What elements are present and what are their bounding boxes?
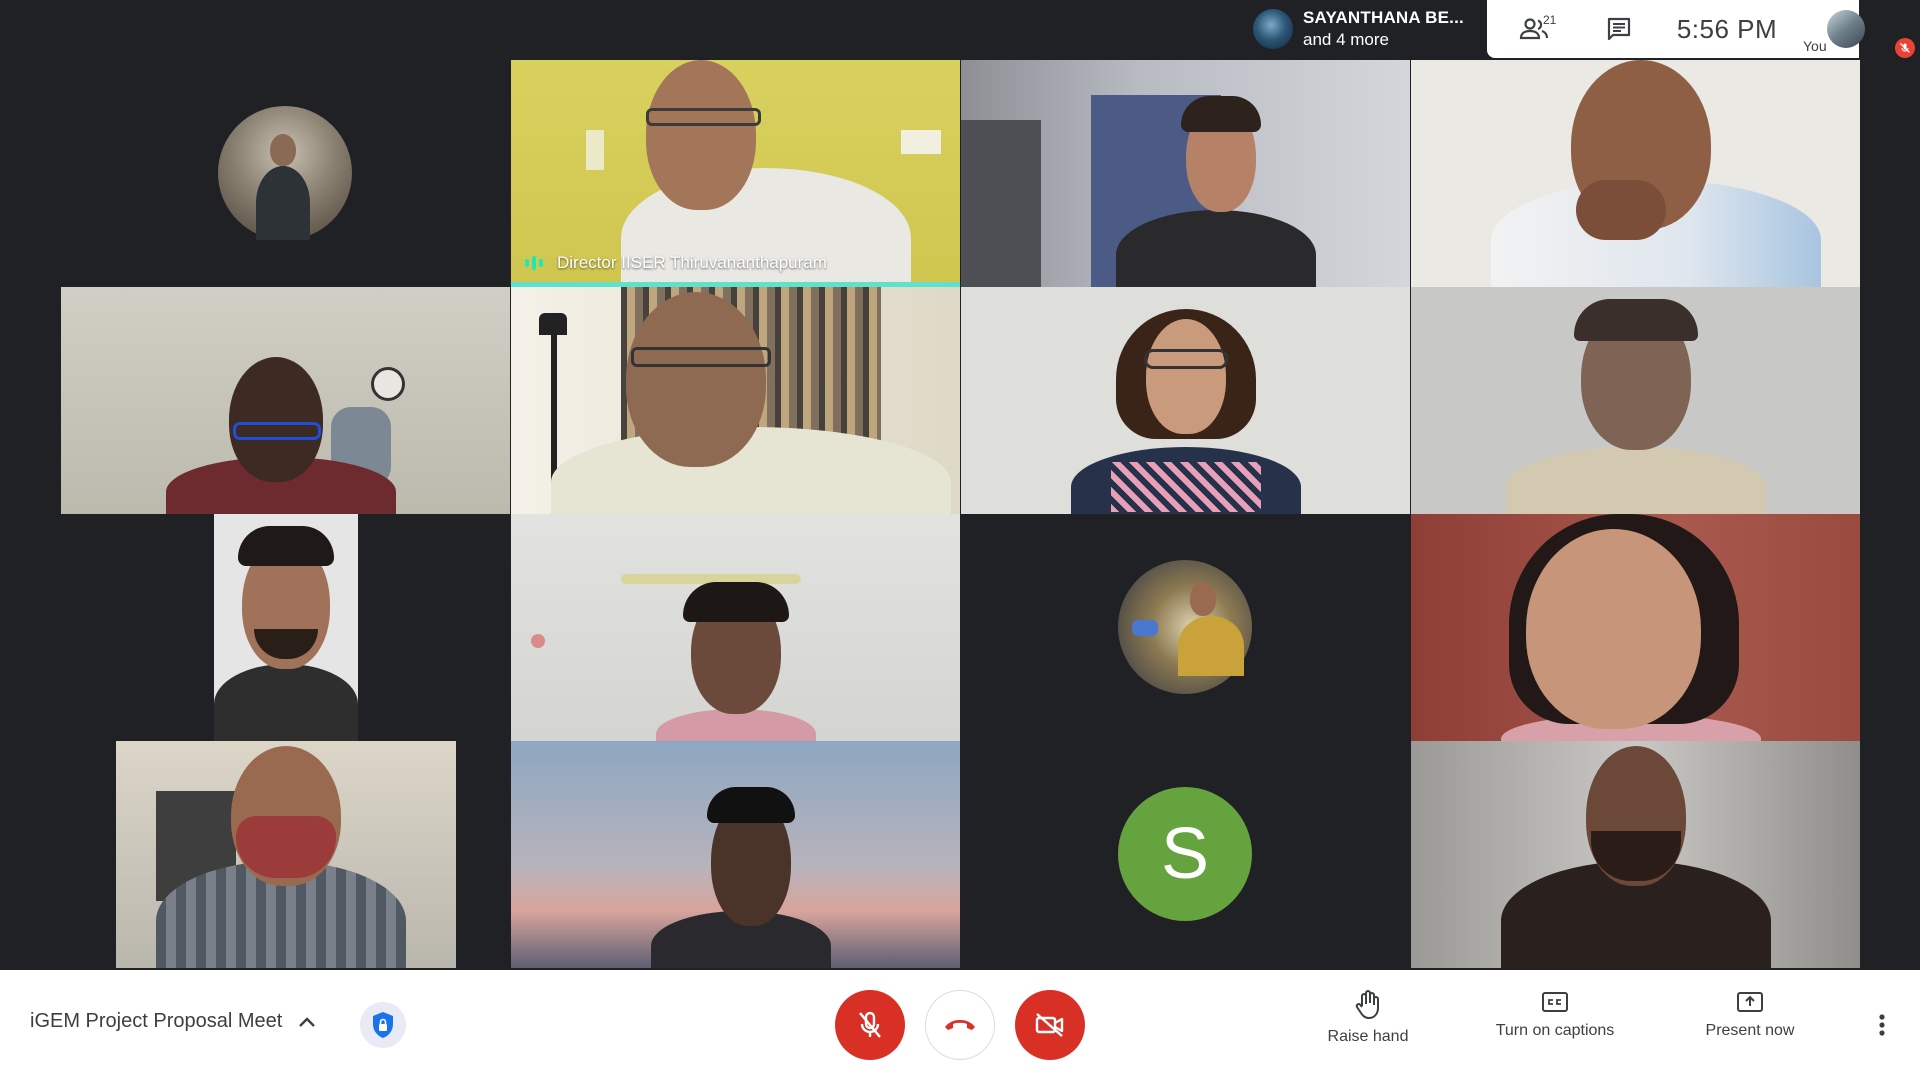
present-screen-icon — [1737, 992, 1763, 1012]
microphone-toggle-button[interactable] — [835, 990, 905, 1060]
more-vertical-icon — [1879, 1014, 1885, 1036]
self-label: You — [1803, 38, 1827, 54]
captions-label: Turn on captions — [1495, 1022, 1615, 1039]
raise-hand-label: Raise hand — [1327, 1028, 1409, 1045]
meeting-title: iGEM Project Proposal Meet — [30, 1010, 283, 1032]
participant-letter-avatar: S — [1118, 787, 1252, 921]
presenter-name: SAYANTHANA BE... — [1303, 8, 1464, 27]
speaking-indicator-icon — [525, 256, 543, 270]
self-view[interactable]: You — [1797, 0, 1865, 58]
participant-tile-4[interactable] — [1411, 60, 1860, 287]
self-avatar — [1827, 10, 1865, 48]
participant-tile-12[interactable] — [1411, 514, 1860, 741]
end-call-icon — [945, 1020, 975, 1030]
leave-call-button[interactable] — [925, 990, 995, 1060]
shield-lock-icon — [373, 1012, 393, 1038]
present-now-label: Present now — [1705, 1022, 1795, 1039]
participant-tile-1[interactable] — [61, 60, 510, 287]
participant-tile-2[interactable]: Director IISER Thiruvananthapuram — [511, 60, 960, 287]
hand-icon — [1355, 990, 1379, 1019]
participant-tile-6[interactable] — [511, 287, 960, 514]
presenter-avatar — [1253, 9, 1293, 49]
self-mic-muted-icon — [1895, 38, 1915, 58]
participant-name: Director IISER Thiruvananthapuram — [525, 253, 827, 273]
participant-tile-10[interactable] — [511, 514, 960, 741]
presentation-indicator[interactable]: SAYANTHANA BE... and 4 more — [1243, 0, 1487, 58]
participants-button[interactable]: 21 — [1487, 0, 1581, 58]
participant-tile-9[interactable] — [61, 514, 510, 741]
raise-hand-button[interactable]: Raise hand — [1318, 990, 1418, 1046]
presenter-more: and 4 more — [1303, 30, 1389, 49]
participant-tile-5[interactable] — [61, 287, 510, 514]
participant-tile-11[interactable] — [961, 514, 1410, 741]
participant-tile-14[interactable] — [511, 741, 960, 968]
captions-button[interactable]: Turn on captions — [1480, 990, 1630, 1040]
participant-tile-13[interactable] — [61, 741, 510, 968]
chevron-up-icon — [299, 1016, 316, 1027]
participant-count: 21 — [1543, 13, 1557, 27]
top-panel: 21 5:56 PM You — [1487, 0, 1865, 58]
participant-tile-7[interactable] — [961, 287, 1410, 514]
meeting-clock: 5:56 PM — [1676, 13, 1778, 44]
mic-off-icon — [859, 1011, 881, 1038]
participant-tile-8[interactable] — [1411, 287, 1860, 514]
participant-tile-3[interactable] — [961, 60, 1410, 287]
present-now-button[interactable]: Present now — [1695, 990, 1805, 1040]
camera-off-icon — [1035, 1013, 1064, 1037]
participant-avatar — [218, 106, 352, 240]
participant-tile-15[interactable]: S — [961, 741, 1410, 968]
chat-button[interactable] — [1581, 0, 1657, 58]
chat-icon — [1607, 17, 1631, 41]
meeting-safety-button[interactable] — [360, 1002, 406, 1048]
closed-captions-icon — [1542, 992, 1568, 1012]
meeting-details-button[interactable]: iGEM Project Proposal Meet — [30, 1010, 316, 1033]
more-options-button[interactable] — [1868, 1000, 1896, 1050]
bottom-control-bar: iGEM Project Proposal Meet Raise hand Tu… — [0, 970, 1920, 1080]
participant-tile-16[interactable] — [1411, 741, 1860, 968]
participant-avatar — [1118, 560, 1252, 694]
camera-toggle-button[interactable] — [1015, 990, 1085, 1060]
